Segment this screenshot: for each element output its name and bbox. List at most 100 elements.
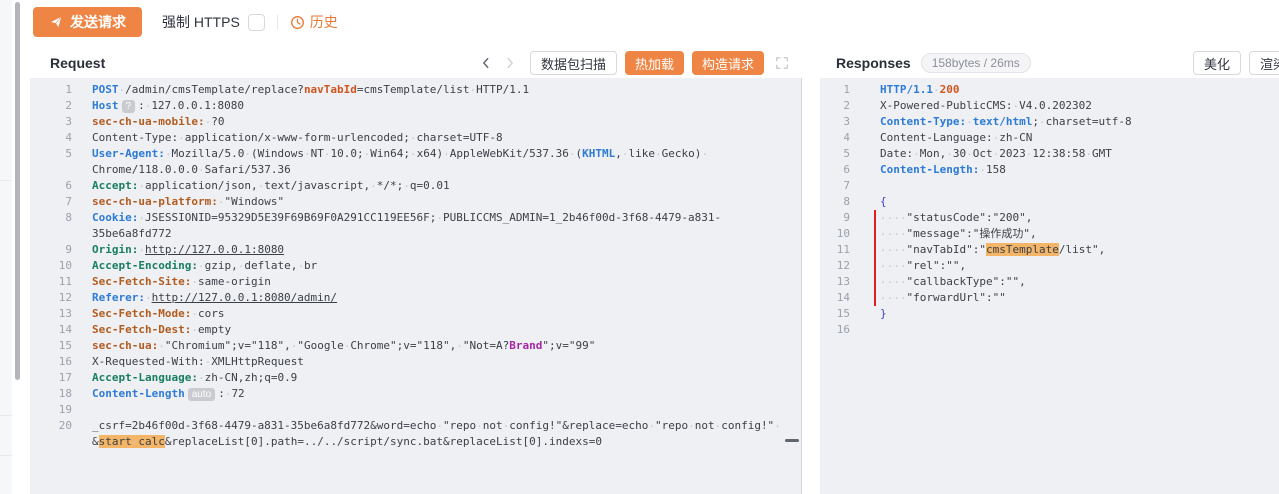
line-content[interactable]: "rel":"", <box>880 258 1271 274</box>
line-content[interactable]: Referer: http://127.0.0.1:8080/admin/ <box>92 290 793 306</box>
line-content[interactable]: _csrf=2b46f00d-3f68-4479-a831-35be6a8fd7… <box>92 418 793 450</box>
code-line: 19 <box>30 402 801 418</box>
packet-scan-button[interactable]: 数据包扫描 <box>530 51 617 75</box>
code-line: 18Content-Lengthauto: 72 <box>30 386 801 402</box>
line-content[interactable]: Sec-Fetch-Mode: cors <box>92 306 793 322</box>
whitespace-dot <box>880 211 887 224</box>
history-button[interactable]: 历史 <box>290 12 338 32</box>
whitespace-dot <box>893 275 900 288</box>
code-token: "callbackType":"", <box>880 275 1026 288</box>
line-content[interactable]: Origin: http://127.0.0.1:8080 <box>92 242 793 258</box>
code-line: 16X-Requested-With: XMLHttpRequest <box>30 354 801 370</box>
whitespace-dot <box>225 387 232 400</box>
whitespace-dot <box>893 227 900 240</box>
whitespace-dot <box>138 179 145 192</box>
line-content[interactable]: Date: Mon, 30 Oct 2023 12:38:58 GMT <box>880 146 1271 162</box>
vertical-scrollbar[interactable] <box>15 2 20 380</box>
code-token: { <box>880 195 887 208</box>
line-content[interactable]: sec-ch-ua-mobile: ?0 <box>92 114 793 130</box>
code-line: 13 "callbackType":"", <box>820 274 1279 290</box>
line-content[interactable]: "navTabId":"cmsTemplate/list", <box>880 242 1271 258</box>
line-content[interactable]: "forwardUrl":"" <box>880 290 1271 306</box>
line-content[interactable]: } <box>880 306 1271 322</box>
line-content[interactable]: "statusCode":"200", <box>880 210 1271 226</box>
code-token: cmsTemplate <box>986 243 1059 256</box>
line-number: 14 <box>30 322 72 338</box>
line-content[interactable]: Host?: 127.0.0.1:8080 <box>92 98 793 114</box>
whitespace-dot <box>966 147 973 160</box>
whitespace-dot <box>218 195 225 208</box>
send-request-button[interactable]: 发送请求 <box>33 7 142 37</box>
code-token: 158 <box>979 163 1006 176</box>
code-line: 17Accept-Language: zh-CN,zh;q=0.9 <box>30 370 801 386</box>
whitespace-dot <box>191 275 198 288</box>
line-content[interactable]: sec-ch-ua-platform: "Windows" <box>92 194 793 210</box>
code-token: Referer: <box>92 291 145 304</box>
whitespace-dot <box>410 131 417 144</box>
whitespace-dot <box>900 243 907 256</box>
code-token: Content-Length: <box>880 163 979 176</box>
line-content[interactable]: Accept: application/json, text/javascrip… <box>92 178 793 194</box>
line-number: 3 <box>820 114 850 130</box>
line-content[interactable]: sec-ch-ua: "Chromium";v="118", "Google C… <box>92 338 793 354</box>
line-content[interactable]: Content-Length: 158 <box>880 162 1271 178</box>
line-content[interactable]: POST /admin/cmsTemplate/replace?navTabId… <box>92 82 793 98</box>
line-content[interactable] <box>880 322 1271 338</box>
whitespace-dot <box>178 131 185 144</box>
whitespace-dot <box>1085 147 1092 160</box>
code-token: POST <box>92 83 119 96</box>
fullscreen-button[interactable] <box>770 56 794 70</box>
line-content[interactable]: { <box>880 194 1271 210</box>
whitespace-dot <box>443 147 450 160</box>
line-content[interactable]: HTTP/1.1 200 <box>880 82 1271 98</box>
whitespace-dot <box>132 435 139 448</box>
code-token: "message":"操作成功", <box>880 227 1037 240</box>
response-editor[interactable]: 1HTTP/1.1 2002X-Powered-PublicCMS: V4.0.… <box>820 78 1279 494</box>
whitespace-dot <box>138 211 145 224</box>
code-line: 2X-Powered-PublicCMS: V4.0.202302 <box>820 98 1279 114</box>
change-marker <box>874 210 876 306</box>
line-content[interactable]: "message":"操作成功", <box>880 226 1271 242</box>
history-next-button[interactable] <box>498 56 522 70</box>
line-content[interactable]: X-Requested-With: XMLHttpRequest <box>92 354 793 370</box>
line-content[interactable]: Content-Language: zh-CN <box>880 130 1271 146</box>
line-content[interactable] <box>92 402 793 418</box>
whitespace-dot <box>244 147 251 160</box>
line-content[interactable]: Cookie: JSESSIONID=95329D5E39F69B69F0A29… <box>92 210 793 242</box>
line-content[interactable]: Content-Type: text/html; charset=utf-8 <box>880 114 1271 130</box>
code-token: X-Powered-PublicCMS: V4.0.202302 <box>880 99 1092 112</box>
line-content[interactable]: Content-Type: application/x-www-form-url… <box>92 130 793 146</box>
whitespace-dot <box>913 147 920 160</box>
request-editor[interactable]: 1POST /admin/cmsTemplate/replace?navTabI… <box>30 78 802 494</box>
line-content[interactable] <box>880 178 1271 194</box>
line-content[interactable]: Accept-Encoding: gzip, deflate, br <box>92 258 793 274</box>
whitespace-dot <box>880 259 887 272</box>
beautify-button[interactable]: 美化 <box>1193 51 1241 75</box>
line-number: 8 <box>30 210 72 242</box>
code-token: application/json, text/javascript, */*; … <box>138 179 449 192</box>
code-token: Accept-Language: <box>92 371 198 384</box>
code-token: Content-Length <box>92 387 185 400</box>
code-token <box>966 115 973 128</box>
code-line: 4Content-Type: application/x-www-form-ur… <box>30 130 801 146</box>
line-content[interactable]: Sec-Fetch-Dest: empty <box>92 322 793 338</box>
history-prev-button[interactable] <box>474 56 498 70</box>
code-token: User-Agent: <box>92 147 165 160</box>
construct-request-button[interactable]: 构造请求 <box>692 51 764 75</box>
line-content[interactable]: User-Agent: Mozilla/5.0 (Windows NT 10.0… <box>92 146 793 178</box>
code-token: : 72 <box>218 387 245 400</box>
code-token: Date: Mon, 30 Oct 2023 12:38:58 GMT <box>880 147 1112 160</box>
code-line: 1POST /admin/cmsTemplate/replace?navTabI… <box>30 82 801 98</box>
divider <box>0 415 12 416</box>
whitespace-dot <box>900 275 907 288</box>
line-content[interactable]: Accept-Language: zh-CN,zh;q=0.9 <box>92 370 793 386</box>
line-content[interactable]: X-Powered-PublicCMS: V4.0.202302 <box>880 98 1271 114</box>
hot-reload-button[interactable]: 热加载 <box>625 51 684 75</box>
force-https-checkbox[interactable] <box>248 14 265 31</box>
line-content[interactable]: Sec-Fetch-Site: same-origin <box>92 274 793 290</box>
code-line: 3sec-ch-ua-mobile: ?0 <box>30 114 801 130</box>
render-button[interactable]: 渲染 <box>1249 51 1279 75</box>
line-content[interactable]: Content-Lengthauto: 72 <box>92 386 793 402</box>
code-token: navTabId <box>304 83 357 96</box>
line-content[interactable]: "callbackType":"", <box>880 274 1271 290</box>
